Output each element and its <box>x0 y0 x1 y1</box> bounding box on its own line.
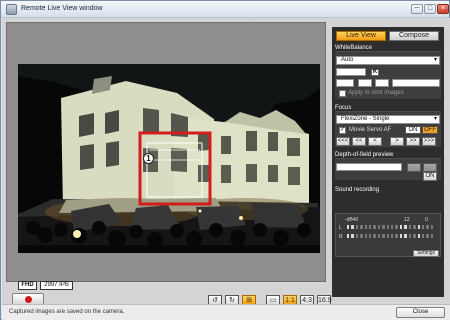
sound-recording-title: Sound recording <box>335 187 380 193</box>
dof-step-button-2[interactable] <box>423 163 437 172</box>
street-scene-image <box>18 64 320 253</box>
left-audio-meter <box>347 225 434 230</box>
white-balance-preset[interactable] <box>375 79 389 87</box>
control-sidebar: Live View Compose WhiteBalance Auto ▾ K … <box>332 27 444 297</box>
white-balance-select[interactable]: Auto ▾ <box>336 56 440 65</box>
kelvin-label: K <box>371 69 379 76</box>
window-title: Remote Live View window <box>21 5 103 12</box>
white-balance-picker[interactable] <box>336 79 354 87</box>
white-balance-temp[interactable] <box>392 79 440 87</box>
servo-off-button[interactable]: OFF <box>422 126 438 134</box>
minimize-button[interactable]: ─ <box>411 4 423 14</box>
camera-app-icon <box>6 4 17 15</box>
chevron-down-icon: ▾ <box>433 57 437 63</box>
window-close-button[interactable]: × <box>437 4 449 14</box>
servo-on-button[interactable]: ON <box>405 126 421 134</box>
sound-scale-right: 0 <box>425 217 428 223</box>
focus-far-3-button[interactable]: >>> <box>422 137 436 146</box>
focus-far-1-button[interactable]: > <box>390 137 404 146</box>
title-bar: Remote Live View window ─ □ × <box>1 1 449 18</box>
sound-scale-left: -dB40 <box>345 217 359 223</box>
dof-preview-field[interactable] <box>336 163 402 171</box>
status-message: Captured images are saved on the camera. <box>9 309 125 315</box>
apply-shot-label: Apply to shot images <box>348 90 404 96</box>
focus-far-2-button[interactable]: >> <box>406 137 420 146</box>
sound-recording-panel: -dB40 12 0 L R Settings <box>335 213 441 257</box>
white-balance-panel: Auto ▾ K Apply to shot images <box>335 51 441 99</box>
close-button[interactable]: Close <box>396 307 445 318</box>
sound-scale-mid: 12 <box>404 217 410 223</box>
movie-servo-label: Movie Servo AF <box>349 127 392 133</box>
dof-preview-panel: ON <box>335 158 441 181</box>
right-audio-meter <box>347 234 434 239</box>
focus-near-3-button[interactable]: <<< <box>336 137 350 146</box>
tab-live-view[interactable]: Live View <box>336 31 386 41</box>
movie-servo-checkbox[interactable] <box>339 126 346 134</box>
focus-near-1-button[interactable]: < <box>368 137 382 146</box>
live-view-panel: 1 <box>6 22 326 282</box>
focus-mode-select[interactable]: FlexiZone - Single ▾ <box>336 115 440 124</box>
right-channel-label: R <box>339 234 343 240</box>
live-view-image[interactable]: 1 <box>18 64 320 253</box>
white-balance-kelvin-field[interactable] <box>336 68 366 76</box>
focus-near-2-button[interactable]: << <box>352 137 366 146</box>
white-balance-adjust[interactable] <box>358 79 372 87</box>
dof-preview-on-button[interactable]: ON <box>423 172 437 181</box>
chevron-down-icon: ▾ <box>433 116 437 122</box>
left-channel-label: L <box>339 225 342 231</box>
tab-compose[interactable]: Compose <box>389 31 439 41</box>
maximize-button[interactable]: □ <box>424 4 436 14</box>
dof-step-button-1[interactable] <box>407 163 421 172</box>
white-balance-value: Auto <box>341 57 354 63</box>
fps-badge: 2997 IPB <box>40 281 73 290</box>
sound-settings-button[interactable]: Settings <box>413 250 439 257</box>
remote-live-view-window: Remote Live View window ─ □ × 1 FHD 2997… <box>0 0 450 320</box>
focus-panel: FlexiZone - Single ▾ Movie Servo AF ON O… <box>335 111 441 147</box>
fhd-badge: FHD <box>18 281 37 290</box>
apply-shot-checkbox[interactable] <box>339 90 346 97</box>
record-dot-icon <box>25 296 32 303</box>
main-area: 1 FHD 2997 IPB ↺ ↻ ⊞ ▭ 1:1 4:3 16:9 Live… <box>2 18 450 306</box>
focus-mode-value: FlexiZone - Single <box>341 116 390 122</box>
zoom-callout-badge: 1 <box>143 153 154 164</box>
status-bar: Captured images are saved on the camera.… <box>2 304 450 320</box>
